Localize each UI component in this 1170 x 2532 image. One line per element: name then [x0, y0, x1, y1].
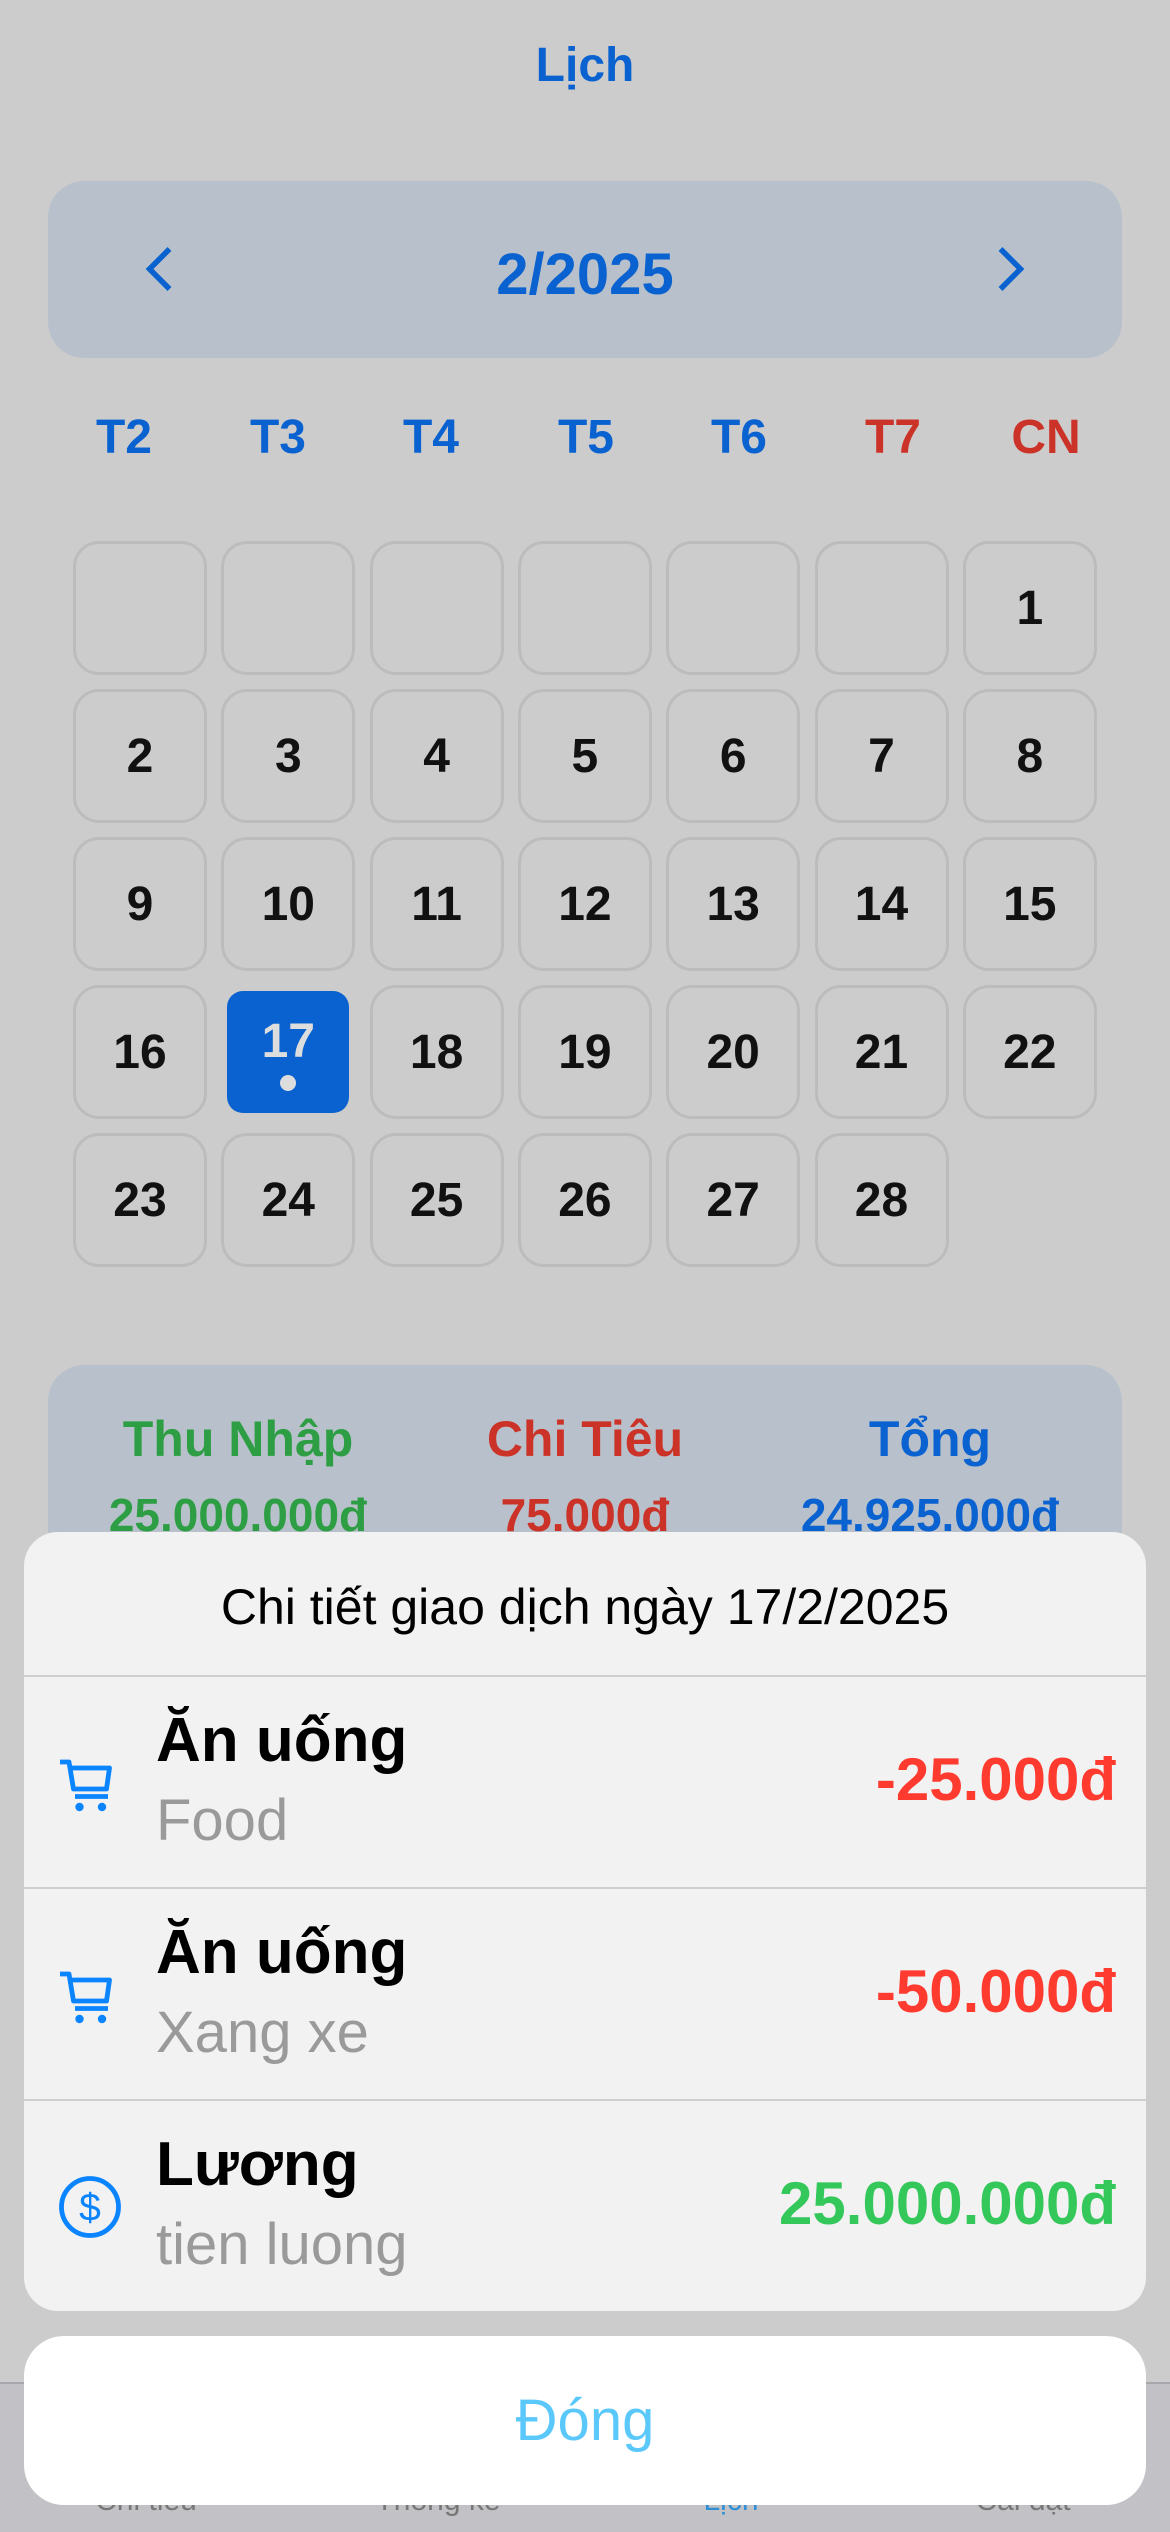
- page-title: Lịch: [535, 39, 635, 92]
- day-number: 9: [126, 877, 154, 931]
- day-cell-16[interactable]: 16: [73, 985, 207, 1119]
- day-cell-9[interactable]: 9: [73, 837, 207, 971]
- day-number: 28: [854, 1173, 909, 1227]
- day-number: 19: [558, 1025, 612, 1079]
- day-number: 21: [854, 1025, 909, 1079]
- day-cell-6[interactable]: 6: [666, 689, 801, 823]
- empty-day-cell: [517, 541, 652, 675]
- day-cell-4[interactable]: 4: [369, 689, 504, 823]
- transaction-category: Lương: [156, 2130, 359, 2199]
- day-number: 14: [854, 877, 909, 931]
- day-number: 22: [1003, 1025, 1057, 1079]
- day-number: 16: [113, 1025, 167, 1079]
- day-number: 10: [261, 877, 315, 931]
- day-number: 27: [706, 1173, 760, 1227]
- month-navigator: 2/2025: [48, 181, 1122, 358]
- day-number: 2: [126, 729, 154, 783]
- day-cell-18[interactable]: 18: [369, 985, 504, 1119]
- has-transaction-dot: [280, 1074, 297, 1091]
- dollar-circle-icon: $: [54, 2171, 126, 2243]
- transaction-amount: -25.000đ: [875, 1746, 1116, 1813]
- day-cell-7[interactable]: 7: [814, 689, 949, 823]
- transaction-note: Xang xe: [156, 2000, 369, 2065]
- day-cell-22[interactable]: 22: [962, 985, 1097, 1119]
- weekday-label: T6: [710, 411, 767, 464]
- day-number: 18: [409, 1025, 464, 1079]
- weekday-label: T7: [864, 411, 921, 464]
- sheet-title: Chi tiết giao dịch ngày 17/2/2025: [220, 1579, 950, 1635]
- day-cell-17[interactable]: 17: [227, 991, 350, 1113]
- transaction-category: Ăn uống: [156, 1918, 408, 1987]
- empty-day-cell: [221, 541, 356, 675]
- day-number: 4: [423, 729, 450, 783]
- day-cell-27[interactable]: 27: [666, 1133, 801, 1267]
- transaction-row[interactable]: Ăn uống Xang xe -50.000đ: [24, 1887, 1146, 2099]
- day-number: 3: [274, 729, 302, 783]
- day-cell-2[interactable]: 2: [73, 689, 207, 823]
- empty-day-cell: [369, 541, 504, 675]
- income-label: Thu Nhập: [122, 1411, 354, 1467]
- transaction-row[interactable]: Ăn uống Food -25.000đ: [24, 1675, 1146, 1887]
- day-number: 6: [719, 729, 747, 783]
- empty-day-cell: [666, 541, 801, 675]
- day-number: 11: [411, 877, 462, 931]
- day-number: 26: [558, 1173, 612, 1227]
- empty-day-cell: [73, 541, 207, 675]
- day-number: 23: [113, 1173, 167, 1227]
- day-cell-3[interactable]: 3: [221, 689, 356, 823]
- day-number: 13: [706, 877, 760, 931]
- day-number: 7: [868, 729, 895, 783]
- transaction-note: Food: [156, 1788, 289, 1853]
- day-cell-28[interactable]: 28: [814, 1133, 949, 1267]
- day-cell-10[interactable]: 10: [221, 837, 356, 971]
- day-cell-5[interactable]: 5: [517, 689, 652, 823]
- day-number: 25: [409, 1173, 464, 1227]
- chevron-right-icon[interactable]: [978, 239, 1038, 299]
- cart-icon: [54, 1747, 126, 1819]
- transaction-row[interactable]: $ Lương tien luong 25.000.000đ: [24, 2099, 1146, 2311]
- svg-text:$: $: [79, 2187, 101, 2230]
- day-cell-8[interactable]: 8: [962, 689, 1097, 823]
- day-cell-20[interactable]: 20: [666, 985, 801, 1119]
- day-cell-1[interactable]: 1: [962, 541, 1097, 675]
- expense-label: Chi Tiêu: [486, 1411, 684, 1467]
- transaction-detail-sheet: Chi tiết giao dịch ngày 17/2/2025 Ăn uốn…: [24, 1532, 1146, 2311]
- day-number: 17: [261, 1014, 315, 1068]
- day-number: 20: [706, 1025, 760, 1079]
- day-cell-15[interactable]: 15: [962, 837, 1097, 971]
- day-cell-23[interactable]: 23: [73, 1133, 207, 1267]
- day-cell-24[interactable]: 24: [221, 1133, 356, 1267]
- month-label: 2/2025: [496, 242, 674, 307]
- weekday-label: T4: [402, 411, 459, 464]
- day-cell-26[interactable]: 26: [517, 1133, 652, 1267]
- day-cell-19[interactable]: 19: [517, 985, 652, 1119]
- day-number: 15: [1003, 877, 1057, 931]
- day-number: 5: [571, 729, 599, 783]
- transaction-category: Ăn uống: [156, 1706, 408, 1775]
- day-number: 24: [261, 1173, 315, 1227]
- day-number: 1: [1016, 581, 1044, 635]
- empty-day-cell: [814, 541, 949, 675]
- day-number: 12: [558, 877, 612, 931]
- weekday-label: CN: [1011, 411, 1081, 464]
- weekday-label: T3: [249, 411, 306, 464]
- day-cell-13[interactable]: 13: [666, 837, 801, 971]
- day-cell-25[interactable]: 25: [369, 1133, 504, 1267]
- close-button[interactable]: Đóng: [24, 2336, 1146, 2505]
- transaction-amount: -50.000đ: [875, 1958, 1116, 2025]
- transaction-note: tien luong: [156, 2212, 408, 2277]
- day-cell-14[interactable]: 14: [814, 837, 949, 971]
- transaction-amount: 25.000.000đ: [779, 2170, 1116, 2237]
- day-cell-21[interactable]: 21: [814, 985, 949, 1119]
- day-number: 8: [1016, 729, 1044, 783]
- day-cell-11[interactable]: 11: [369, 837, 504, 971]
- cart-icon: [54, 1959, 126, 2031]
- weekday-label: T5: [557, 411, 614, 464]
- total-label: Tổng: [868, 1411, 992, 1467]
- weekday-label: T2: [95, 411, 152, 464]
- day-cell-12[interactable]: 12: [517, 837, 652, 971]
